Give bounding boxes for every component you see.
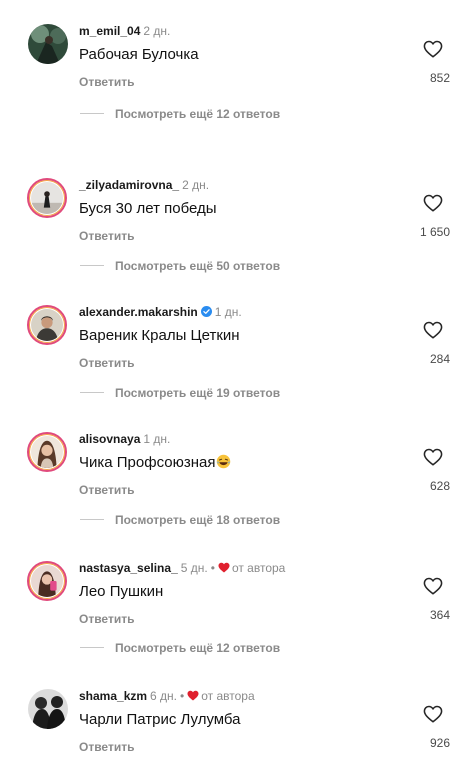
- reply-button[interactable]: Ответить: [79, 612, 134, 626]
- divider: [80, 113, 104, 114]
- timestamp: 1 дн.: [143, 432, 171, 446]
- avatar[interactable]: [27, 432, 67, 472]
- username[interactable]: _zilyadamirovna_: [79, 178, 179, 192]
- comment-meta: alexander.makarshin 1 дн.: [79, 305, 242, 319]
- like-count: 284: [429, 352, 450, 366]
- like-count: 1 650: [419, 225, 450, 239]
- username[interactable]: nastasya_selina_: [79, 561, 178, 575]
- timestamp: 1 дн.: [214, 305, 242, 319]
- heart-filled-icon: [218, 562, 230, 573]
- view-replies-button[interactable]: Посмотреть ещё 12 ответов: [80, 107, 280, 121]
- heart-outline-icon[interactable]: [423, 321, 443, 339]
- comment-text: Рабочая Булочка: [79, 46, 199, 63]
- heart-outline-icon[interactable]: [423, 448, 443, 466]
- heart-outline-icon[interactable]: [423, 705, 443, 723]
- comment-meta: alisovnaya 1 дн.: [79, 432, 170, 446]
- comment-text: Чика Профсоюзная: [79, 454, 231, 472]
- comment-text-content: Чика Профсоюзная: [79, 454, 216, 471]
- heart-outline-icon[interactable]: [423, 194, 443, 212]
- view-replies-button[interactable]: Посмотреть ещё 19 ответов: [80, 386, 280, 400]
- comment-text: Чарли Патрис Лулумба: [79, 711, 241, 728]
- comment-meta: m_emil_04 2 дн.: [79, 24, 170, 38]
- avatar-image: [31, 436, 63, 468]
- author-like-label: от автора: [231, 561, 286, 575]
- avatar[interactable]: [28, 689, 68, 729]
- username[interactable]: m_emil_04: [79, 24, 140, 38]
- like-count: 628: [429, 479, 450, 493]
- comment-text: Лео Пушкин: [79, 583, 164, 600]
- like-count: 926: [429, 736, 450, 750]
- timestamp: 2 дн.: [182, 178, 210, 192]
- avatar-image: [28, 24, 68, 64]
- avatar-image: [28, 689, 68, 729]
- divider: [80, 392, 104, 393]
- reply-button[interactable]: Ответить: [79, 740, 134, 754]
- heart-outline-icon[interactable]: [423, 577, 443, 595]
- reply-button[interactable]: Ответить: [79, 229, 134, 243]
- verified-badge-icon: [200, 306, 212, 317]
- avatar-image: [31, 309, 63, 341]
- heart-filled-icon: [187, 690, 199, 701]
- avatar-image: [31, 182, 63, 214]
- avatar[interactable]: [27, 178, 67, 218]
- view-replies-label: Посмотреть ещё 12 ответов: [115, 107, 281, 121]
- view-replies-button[interactable]: Посмотреть ещё 18 ответов: [80, 513, 280, 527]
- laughing-emoji-icon: [217, 454, 231, 469]
- timestamp: 2 дн.: [143, 24, 171, 38]
- reply-button[interactable]: Ответить: [79, 483, 134, 497]
- heart-outline-icon[interactable]: [423, 40, 443, 58]
- view-replies-button[interactable]: Посмотреть ещё 50 ответов: [80, 259, 280, 273]
- comment-text: Буся 30 лет победы: [79, 200, 217, 217]
- divider: [80, 265, 104, 266]
- username[interactable]: shama_kzm: [79, 689, 147, 703]
- view-replies-label: Посмотреть ещё 50 ответов: [115, 259, 281, 273]
- reply-button[interactable]: Ответить: [79, 75, 134, 89]
- avatar[interactable]: [27, 561, 67, 601]
- separator-dot: •: [210, 561, 215, 575]
- view-replies-button[interactable]: Посмотреть ещё 12 ответов: [80, 641, 280, 655]
- like-count: 364: [429, 608, 450, 622]
- divider: [80, 647, 104, 648]
- comment-meta: shama_kzm 6 дн. • от автора: [79, 689, 255, 703]
- author-like-label: от автора: [201, 689, 255, 703]
- avatar-image: [31, 565, 63, 597]
- view-replies-label: Посмотреть ещё 19 ответов: [115, 386, 281, 400]
- comment-meta: _zilyadamirovna_ 2 дн.: [79, 178, 209, 192]
- username[interactable]: alexander.makarshin: [79, 305, 198, 319]
- avatar[interactable]: [27, 305, 67, 345]
- reply-button[interactable]: Ответить: [79, 356, 134, 370]
- separator-dot: •: [180, 689, 185, 703]
- view-replies-label: Посмотреть ещё 18 ответов: [115, 513, 281, 527]
- view-replies-label: Посмотреть ещё 12 ответов: [115, 641, 281, 655]
- avatar[interactable]: [28, 24, 68, 64]
- comment-text: Вареник Кралы Цеткин: [79, 327, 240, 344]
- timestamp: 5 дн.: [180, 561, 208, 575]
- like-count: 852: [429, 71, 450, 85]
- comment-meta: nastasya_selina_ 5 дн. • от автора: [79, 561, 285, 575]
- timestamp: 6 дн.: [150, 689, 178, 703]
- username[interactable]: alisovnaya: [79, 432, 140, 446]
- divider: [80, 519, 104, 520]
